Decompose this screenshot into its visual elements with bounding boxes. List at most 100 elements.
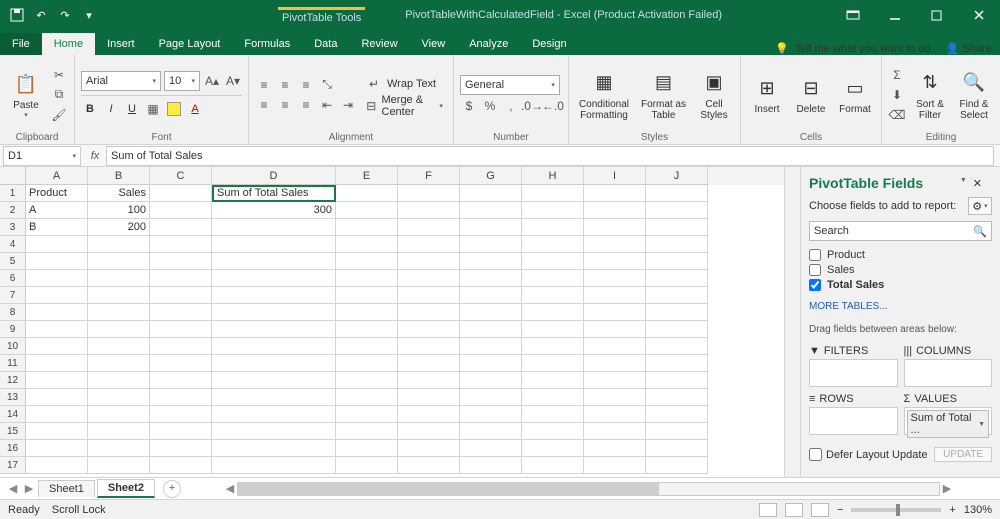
field-sales[interactable]: Sales	[809, 264, 992, 276]
cell-I3[interactable]	[584, 219, 646, 236]
cell-F10[interactable]	[398, 338, 460, 355]
panel-close-icon[interactable]: ✕	[973, 177, 982, 190]
copy-icon[interactable]: ⧉	[50, 86, 68, 104]
cell-D17[interactable]	[212, 457, 336, 474]
cell-F4[interactable]	[398, 236, 460, 253]
cell-styles-button[interactable]: ▣Cell Styles	[694, 62, 734, 128]
align-bottom-icon[interactable]: ≡	[297, 76, 315, 94]
cell-J4[interactable]	[646, 236, 708, 253]
cell-H17[interactable]	[522, 457, 584, 474]
cell-C5[interactable]	[150, 253, 212, 270]
row-header-17[interactable]: 17	[0, 457, 26, 474]
cell-A1[interactable]: Product	[26, 185, 88, 202]
name-box[interactable]: D1▾	[3, 146, 81, 166]
area-values[interactable]: ΣVALUESSum of Total ...▼	[904, 393, 993, 435]
cell-D7[interactable]	[212, 287, 336, 304]
cell-I10[interactable]	[584, 338, 646, 355]
row-header-5[interactable]: 5	[0, 253, 26, 270]
undo-icon[interactable]: ↶	[32, 6, 50, 24]
increase-font-icon[interactable]: A▴	[203, 72, 221, 90]
cell-E3[interactable]	[336, 219, 398, 236]
cell-F15[interactable]	[398, 423, 460, 440]
maximize-icon[interactable]	[916, 0, 958, 30]
cell-J15[interactable]	[646, 423, 708, 440]
format-as-table-button[interactable]: ▤Format as Table	[637, 62, 690, 128]
cell-B6[interactable]	[88, 270, 150, 287]
cell-G14[interactable]	[460, 406, 522, 423]
cell-D12[interactable]	[212, 372, 336, 389]
ribbon-options-icon[interactable]	[832, 0, 874, 30]
cell-I4[interactable]	[584, 236, 646, 253]
cell-C9[interactable]	[150, 321, 212, 338]
page-layout-view-icon[interactable]	[785, 503, 803, 517]
row-header-12[interactable]: 12	[0, 372, 26, 389]
cell-G11[interactable]	[460, 355, 522, 372]
fx-icon[interactable]: fx	[84, 150, 106, 162]
cell-C14[interactable]	[150, 406, 212, 423]
cell-G4[interactable]	[460, 236, 522, 253]
cell-C2[interactable]	[150, 202, 212, 219]
cell-I15[interactable]	[584, 423, 646, 440]
cell-D10[interactable]	[212, 338, 336, 355]
area-rows[interactable]: ≡ROWS	[809, 393, 898, 435]
cell-B7[interactable]	[88, 287, 150, 304]
cell-C6[interactable]	[150, 270, 212, 287]
col-header-A[interactable]: A	[26, 167, 88, 185]
col-header-G[interactable]: G	[460, 167, 522, 185]
row-header-10[interactable]: 10	[0, 338, 26, 355]
cell-H11[interactable]	[522, 355, 584, 372]
cell-G6[interactable]	[460, 270, 522, 287]
cell-H9[interactable]	[522, 321, 584, 338]
tab-insert[interactable]: Insert	[95, 33, 147, 55]
cell-C16[interactable]	[150, 440, 212, 457]
tab-home[interactable]: Home	[42, 33, 95, 55]
comma-icon[interactable]: ,	[502, 97, 520, 115]
cell-D5[interactable]	[212, 253, 336, 270]
cell-F16[interactable]	[398, 440, 460, 457]
col-header-I[interactable]: I	[584, 167, 646, 185]
cell-G3[interactable]	[460, 219, 522, 236]
cell-E6[interactable]	[336, 270, 398, 287]
row-header-4[interactable]: 4	[0, 236, 26, 253]
cell-E8[interactable]	[336, 304, 398, 321]
decrease-font-icon[interactable]: A▾	[224, 72, 242, 90]
cell-I6[interactable]	[584, 270, 646, 287]
merge-center-button[interactable]: ⊟Merge & Center▾	[361, 96, 447, 116]
tab-formulas[interactable]: Formulas	[232, 33, 302, 55]
panel-settings-button[interactable]: ⚙▾	[968, 197, 992, 215]
tab-data[interactable]: Data	[302, 33, 349, 55]
cell-G10[interactable]	[460, 338, 522, 355]
cell-I11[interactable]	[584, 355, 646, 372]
cell-E9[interactable]	[336, 321, 398, 338]
row-header-2[interactable]: 2	[0, 202, 26, 219]
cell-C15[interactable]	[150, 423, 212, 440]
cell-C12[interactable]	[150, 372, 212, 389]
tab-design[interactable]: Design	[520, 33, 578, 55]
cell-A9[interactable]	[26, 321, 88, 338]
cell-G12[interactable]	[460, 372, 522, 389]
cell-E5[interactable]	[336, 253, 398, 270]
cell-A14[interactable]	[26, 406, 88, 423]
decrease-indent-icon[interactable]: ⇤	[318, 96, 336, 114]
sort-filter-button[interactable]: ⇅Sort & Filter	[910, 62, 950, 128]
align-right-icon[interactable]: ≡	[297, 96, 315, 114]
cell-B3[interactable]: 200	[88, 219, 150, 236]
panel-dropdown-icon[interactable]: ▼	[960, 177, 967, 190]
cell-H5[interactable]	[522, 253, 584, 270]
cell-F5[interactable]	[398, 253, 460, 270]
col-header-J[interactable]: J	[646, 167, 708, 185]
cell-A15[interactable]	[26, 423, 88, 440]
cell-F9[interactable]	[398, 321, 460, 338]
cell-F11[interactable]	[398, 355, 460, 372]
cell-A11[interactable]	[26, 355, 88, 372]
underline-icon[interactable]: U	[123, 100, 141, 118]
cell-F8[interactable]	[398, 304, 460, 321]
cell-H13[interactable]	[522, 389, 584, 406]
qat-customize-icon[interactable]: ▾	[80, 6, 98, 24]
cell-H10[interactable]	[522, 338, 584, 355]
italic-icon[interactable]: I	[102, 100, 120, 118]
fill-icon[interactable]: ⬇	[888, 86, 906, 104]
row-header-16[interactable]: 16	[0, 440, 26, 457]
wrap-text-button[interactable]: ↵Wrap Text	[361, 74, 447, 94]
cell-J11[interactable]	[646, 355, 708, 372]
